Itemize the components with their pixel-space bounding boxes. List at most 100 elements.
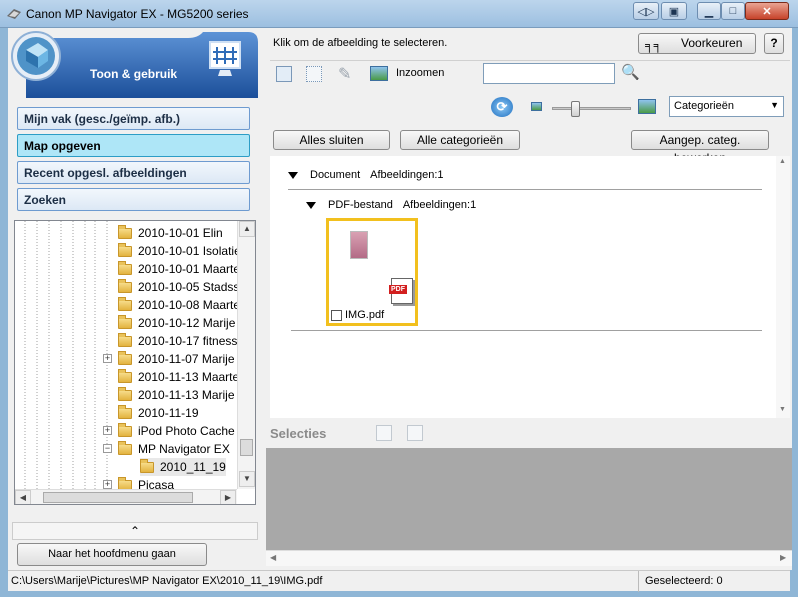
window-pin-icon[interactable]: ▣ [661,2,687,20]
tree-lines [24,221,108,504]
all-categories-button[interactable]: Alle categorieën [400,130,520,150]
scroll-thumb[interactable] [43,492,193,503]
tree-folder-item[interactable]: 2010-11-19 [118,404,199,422]
slider-thumb[interactable] [571,101,580,117]
zoom-label[interactable]: Inzoomen [396,67,444,79]
nav-search[interactable]: Zoeken [17,188,250,211]
tree-folder-label: 2010-11-19 [138,406,199,420]
category-select[interactable]: Categorieën ▼ [669,96,784,117]
status-path: C:\Users\Marije\Pictures\MP Navigator EX… [11,575,323,587]
refresh-icon[interactable]: ⟳ [491,97,513,117]
tree-vertical-scrollbar[interactable]: ▲ ▼ [237,221,255,489]
nav-specify-folder[interactable]: Map opgeven [17,134,250,157]
scroll-left-icon[interactable]: ◀ [15,490,31,504]
edit-categories-button[interactable]: Aangep. categ. bewerken [631,130,769,165]
collapse-triangle-icon[interactable] [288,171,298,179]
collapse-panel-button[interactable]: ⌃ [12,522,258,540]
tree-folder-item[interactable]: MP Navigator EX [118,440,230,458]
guide-header [11,31,258,98]
preferences-button[interactable]: ╕╕ Voorkeuren [638,33,756,54]
tree-folder-item[interactable]: 2010-10-01 Maarte [118,260,240,278]
scroll-right-icon[interactable]: ▶ [220,490,236,504]
scroll-right-icon[interactable]: ▶ [780,553,786,562]
group-pdf[interactable]: PDF-bestand Afbeeldingen:1 [306,199,476,211]
scroll-left-icon[interactable]: ◀ [270,553,276,562]
scroll-down-icon[interactable]: ▼ [779,406,786,413]
folder-icon [140,458,154,473]
select-all-icon[interactable] [276,66,292,82]
tree-folder-item[interactable]: 2010-10-01 Elin [118,224,223,242]
tree-folder-item[interactable]: 2010-11-13 Marije [118,386,235,404]
close-all-button[interactable]: Alles sluiten [273,130,390,150]
minimize-button[interactable]: ▁ [697,2,721,20]
thumbnail-item[interactable]: PDF IMG.pdf [326,218,418,326]
status-selected-count: Geselecteerd: 0 [645,575,723,587]
expand-icon[interactable]: + [103,354,112,363]
group-name: PDF-bestand [328,199,393,211]
tree-folder-item[interactable]: 2010-10-01 Isolatie [118,242,241,260]
deselect-all-icon[interactable] [306,66,322,82]
zoom-image-icon [370,66,388,81]
tree-folder-item[interactable]: 2010-10-05 Stadsst [118,278,243,296]
title-bar: Canon MP Navigator EX - MG5200 series ◁▷… [0,0,798,28]
main-menu-button[interactable]: Naar het hoofdmenu gaan [17,543,207,566]
folder-icon [118,350,132,365]
dropdown-arrow-icon: ▼ [770,100,779,110]
folder-icon [118,332,132,347]
deselect-selections-icon[interactable] [407,425,423,441]
folder-icon [118,368,132,383]
tree-folder-item[interactable]: 2010-11-07 Marije [118,350,235,368]
instruction-text: Klik om de afbeelding te selecteren. [273,37,448,49]
tools-icon: ╕╕ [645,38,663,52]
search-icon[interactable]: 🔍 [621,63,640,81]
scroll-up-icon[interactable]: ▲ [779,158,786,165]
group-document[interactable]: Document Afbeeldingen:1 [288,169,444,181]
tree-horizontal-scrollbar[interactable]: ◀ ▶ [15,489,237,504]
thumbnail-size-slider[interactable] [552,101,631,117]
tree-folder-item[interactable]: 2010-11-13 Maarte [118,368,239,386]
group-count: Afbeeldingen:1 [402,199,477,211]
thumbnail-checkbox[interactable] [331,310,342,321]
tree-folder-item[interactable]: 2010-10-17 fitness [118,332,237,350]
tree-folder-label: 2010-10-01 Elin [138,226,223,240]
content-scrollbar[interactable]: ▲ ▼ [776,156,790,418]
maximize-button[interactable]: □ [721,2,745,20]
selections-scrollbar[interactable]: ◀ ▶ [266,550,792,566]
scroll-down-icon[interactable]: ▼ [239,471,255,487]
scroll-thumb[interactable] [240,439,253,456]
select-all-selections-icon[interactable] [376,425,392,441]
tree-folder-item[interactable]: 2010-10-08 Maarte [118,296,240,314]
expand-icon[interactable]: + [103,480,112,489]
tree-folder-label: 2010-10-01 Maarte [138,262,241,276]
large-thumbnail-icon [638,99,656,114]
nav-label: Map opgeven [24,139,101,153]
collapse-icon[interactable]: − [103,444,112,453]
selections-bar: Selecties [270,418,790,448]
tree-folder-label: 2010-10-17 fitness [138,334,238,348]
collapse-triangle-icon[interactable] [306,201,316,209]
thumbnail-view[interactable]: Document Afbeeldingen:1 PDF-bestand Afbeel… [270,156,790,418]
folder-icon [118,242,132,257]
nav-recent-saved[interactable]: Recent opgesl. afbeeldingen [17,161,250,184]
help-button[interactable]: ? [764,33,784,54]
nav-my-box[interactable]: Mijn vak (gesc./geïmp. afb.) [17,107,250,130]
tree-folder-item[interactable]: 2010-10-12 Marije [118,314,235,332]
window-resize-icon[interactable]: ◁▷ [633,2,659,20]
expand-icon[interactable]: + [103,426,112,435]
preferences-label: Voorkeuren [681,36,743,50]
scroll-up-icon[interactable]: ▲ [239,221,255,237]
search-input[interactable] [483,63,615,84]
thumbnail-image [350,231,368,259]
selections-area[interactable] [266,448,792,550]
folder-icon [118,278,132,293]
tree-folder-label: 2010-11-13 Marije [138,388,235,402]
correct-image-icon[interactable]: ✎ [338,64,351,84]
close-button[interactable]: ✕ [745,2,789,20]
pdf-file-icon: PDF [389,278,413,304]
folder-tree[interactable]: 2010-10-01 Elin 2010-10-01 Isolatie 2010-1… [14,220,256,505]
tree-folder-label: 2010-10-05 Stadsst [138,280,243,294]
folder-icon [118,422,132,437]
tree-folder-item[interactable]: 2010_11_19 [140,458,226,476]
tree-folder-item[interactable]: iPod Photo Cache [118,422,235,440]
tree-folder-label: 2010_11_19 [160,460,226,474]
